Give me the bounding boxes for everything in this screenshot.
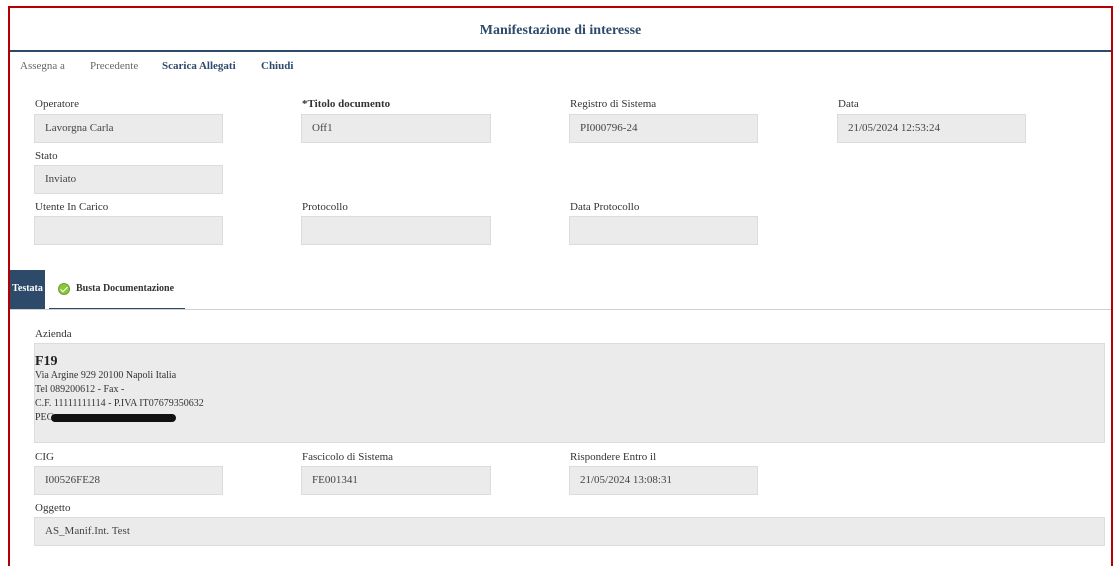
data-protocollo-field: [569, 216, 758, 245]
check-circle-icon: [58, 283, 70, 295]
azienda-cf: C.F. 11111111114 - P.IVA IT07679350632: [35, 398, 204, 409]
tab-busta-label: Busta Documentazione: [76, 283, 175, 294]
data-label: Data: [838, 98, 859, 110]
redacted-pec: [51, 413, 177, 422]
titolo-documento-label: *Titolo documento: [302, 98, 391, 110]
oggetto-label: Oggetto: [35, 502, 71, 514]
fascicolo-field: FE001341: [301, 466, 491, 495]
stato-label: Stato: [35, 150, 58, 162]
data-protocollo-label: Data Protocollo: [570, 201, 640, 213]
cig-field: I00526FE28: [34, 466, 223, 495]
rispondere-field: 21/05/2024 13:08:31: [569, 466, 758, 495]
page-title-bar: Manifestazione di interesse: [10, 8, 1111, 52]
rispondere-label: Rispondere Entro il: [570, 451, 657, 463]
protocollo-label: Protocollo: [302, 201, 348, 213]
fascicolo-label: Fascicolo di Sistema: [302, 451, 394, 463]
azienda-name: F19: [35, 354, 58, 369]
precedente-button[interactable]: Precedente: [90, 60, 138, 72]
oggetto-field: AS_Manif.Int. Test: [34, 517, 1105, 546]
scarica-allegati-button[interactable]: Scarica Allegati: [162, 60, 236, 72]
tab-divider: [10, 309, 1111, 310]
tab-busta-documentazione[interactable]: Busta Documentazione: [49, 270, 185, 310]
protocollo-field: [301, 216, 491, 245]
assegna-button[interactable]: Assegna a: [20, 60, 65, 72]
azienda-label: Azienda: [35, 328, 72, 340]
titolo-documento-field[interactable]: Off1: [301, 114, 491, 143]
stato-field: Inviato: [34, 165, 223, 194]
azienda-box: F19 Via Argine 929 20100 Napoli Italia T…: [34, 343, 1105, 443]
cig-label: CIG: [35, 451, 54, 463]
utente-in-carico-label: Utente In Carico: [35, 201, 109, 213]
data-field: 21/05/2024 12:53:24: [837, 114, 1026, 143]
tab-testata[interactable]: Testata: [10, 270, 45, 310]
registro-label: Registro di Sistema: [570, 98, 657, 110]
registro-field: PI000796-24: [569, 114, 758, 143]
operatore-label: Operatore: [35, 98, 79, 110]
page-title: Manifestazione di interesse: [479, 23, 642, 38]
chiudi-button[interactable]: Chiudi: [261, 60, 293, 72]
azienda-tel: Tel 089200612 - Fax -: [35, 384, 125, 395]
azienda-address: Via Argine 929 20100 Napoli Italia: [35, 370, 177, 381]
azienda-pec: PEC: [35, 411, 1104, 425]
operatore-field: Lavorgna Carla: [34, 114, 223, 143]
utente-in-carico-field: [34, 216, 223, 245]
